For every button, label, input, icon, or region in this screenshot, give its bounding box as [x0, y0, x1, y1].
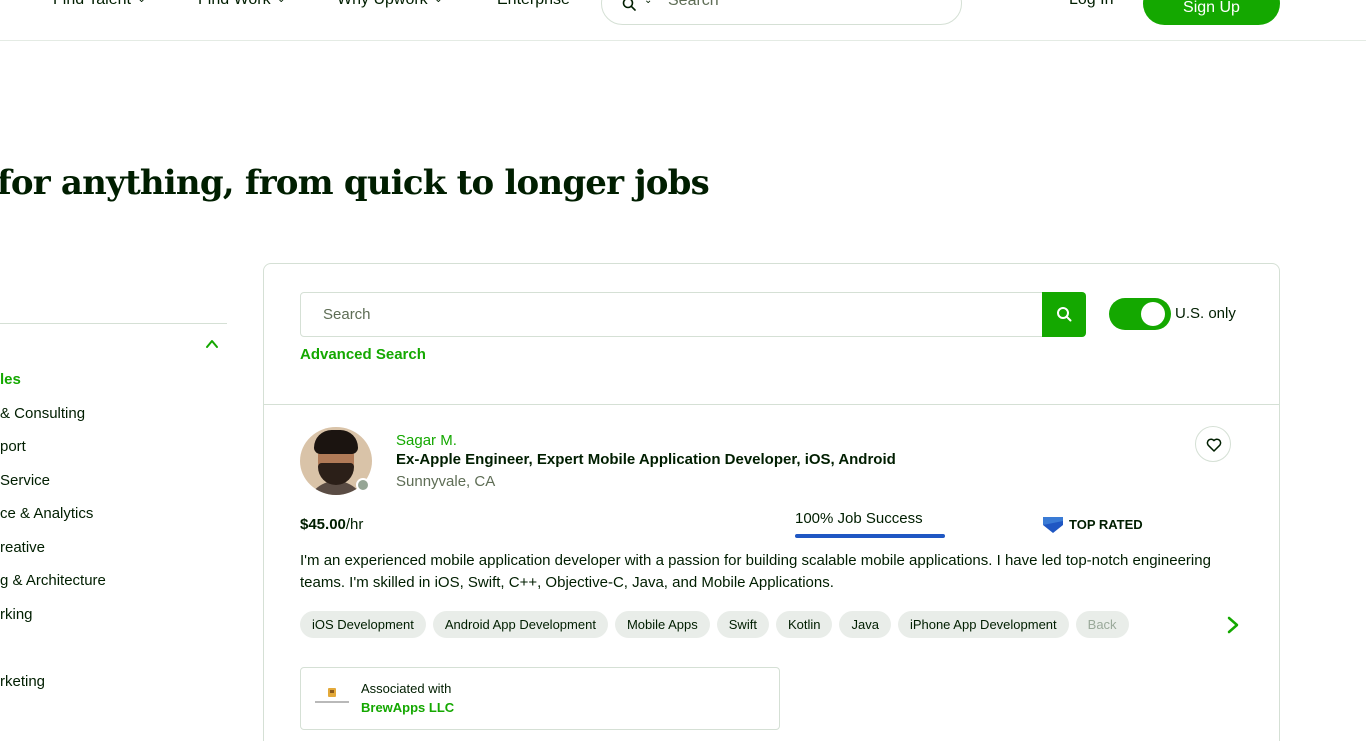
nav-search-placeholder: Search: [668, 0, 719, 9]
sidebar-item-category[interactable]: & Consulting: [0, 405, 85, 422]
chevron-down-icon: ⌄: [277, 0, 286, 5]
skill-tag[interactable]: Back: [1075, 611, 1129, 638]
heart-icon: [1206, 438, 1222, 452]
skill-tag[interactable]: Android App Development: [432, 611, 608, 638]
assoc-company-link[interactable]: BrewApps LLC: [361, 700, 454, 715]
login-link[interactable]: Log In: [1069, 0, 1113, 9]
sidebar-item-category[interactable]: reative: [0, 539, 45, 556]
talent-panel: U.S. only Advanced Search Sagar M. Ex-Ap…: [263, 263, 1280, 741]
top-rated-label: TOP RATED: [1069, 517, 1143, 532]
status-dot: [356, 478, 370, 492]
us-only-label: U.S. only: [1175, 305, 1236, 322]
sidebar-item-category[interactable]: les: [0, 371, 21, 388]
nav-find-talent-label: Find Talent: [53, 0, 131, 8]
talent-search-input[interactable]: [301, 293, 1042, 336]
skill-tag[interactable]: iOS Development: [300, 611, 426, 638]
chevron-down-icon: ⌄: [137, 0, 146, 5]
hourly-rate: $45.00/hr: [300, 516, 363, 533]
sidebar-item-category[interactable]: rking: [0, 606, 33, 623]
avatar-hair: [314, 430, 358, 454]
save-favorite-button[interactable]: [1195, 426, 1231, 462]
us-only-toggle[interactable]: [1109, 298, 1171, 330]
nav-why-upwork-label: Why Upwork: [337, 0, 428, 8]
advanced-search-link[interactable]: Advanced Search: [300, 346, 426, 363]
sidebar-item-category[interactable]: g & Architecture: [0, 572, 106, 589]
signup-button[interactable]: Sign Up: [1143, 0, 1280, 25]
nav-find-work-label: Find Work: [198, 0, 271, 8]
top-nav: Find Talent ⌄ Find Work ⌄ Why Upwork ⌄ Ente…: [0, 0, 1366, 41]
page-title: for anything, from quick to longer jobs: [0, 163, 710, 203]
freelancer-location: Sunnyvale, CA: [396, 473, 496, 490]
sidebar-item-category[interactable]: rketing: [0, 673, 45, 690]
sidebar-item-category[interactable]: Service: [0, 472, 50, 489]
assoc-label: Associated with: [361, 681, 452, 696]
avatar-beard: [318, 463, 354, 485]
search-button[interactable]: [1042, 292, 1086, 337]
toggle-knob: [1141, 302, 1165, 326]
nav-why-upwork[interactable]: Why Upwork ⌄: [337, 0, 443, 9]
job-success-score: 100% Job Success: [795, 510, 923, 527]
nav-find-work[interactable]: Find Work ⌄: [198, 0, 286, 9]
skill-tag[interactable]: Swift: [716, 611, 769, 638]
freelancer-name[interactable]: Sagar M.: [396, 432, 457, 449]
sidebar-item-category[interactable]: port: [0, 438, 26, 455]
freelancer-description: I'm an experienced mobile application de…: [300, 552, 1211, 591]
job-success-bar: [795, 534, 945, 538]
agency-association[interactable]: Associated with BrewApps LLC: [300, 667, 780, 730]
skill-tag[interactable]: Java: [839, 611, 891, 638]
panel-divider: [264, 404, 1279, 405]
nav-find-talent[interactable]: Find Talent ⌄: [53, 0, 146, 9]
chevron-up-icon[interactable]: [205, 337, 219, 351]
skills-list: iOS Development Android App Development Mo…: [300, 611, 1220, 641]
skill-tag[interactable]: Kotlin: [775, 611, 833, 638]
rate-value: $45.00: [300, 516, 346, 533]
skill-tag[interactable]: iPhone App Development: [897, 611, 1069, 638]
freelancer-title: Ex-Apple Engineer, Expert Mobile Applica…: [396, 451, 896, 468]
agency-logo: [315, 688, 349, 703]
search-icon: [1057, 307, 1072, 322]
rate-unit: /hr: [345, 516, 364, 533]
talent-search: [300, 292, 1043, 337]
skill-tag[interactable]: Mobile Apps: [614, 611, 710, 638]
sidebar-divider: [0, 323, 227, 324]
chevron-down-icon: ⌄: [434, 0, 443, 5]
top-rated-icon: [1043, 517, 1063, 533]
search-icon: [622, 0, 636, 11]
nav-enterprise[interactable]: Enterprise: [497, 0, 570, 9]
nav-search[interactable]: ⌄ Search: [601, 0, 962, 25]
sidebar-item-category[interactable]: ce & Analytics: [0, 505, 93, 522]
chevron-right-icon[interactable]: [1224, 615, 1242, 635]
chevron-down-icon: ⌄: [644, 0, 653, 6]
